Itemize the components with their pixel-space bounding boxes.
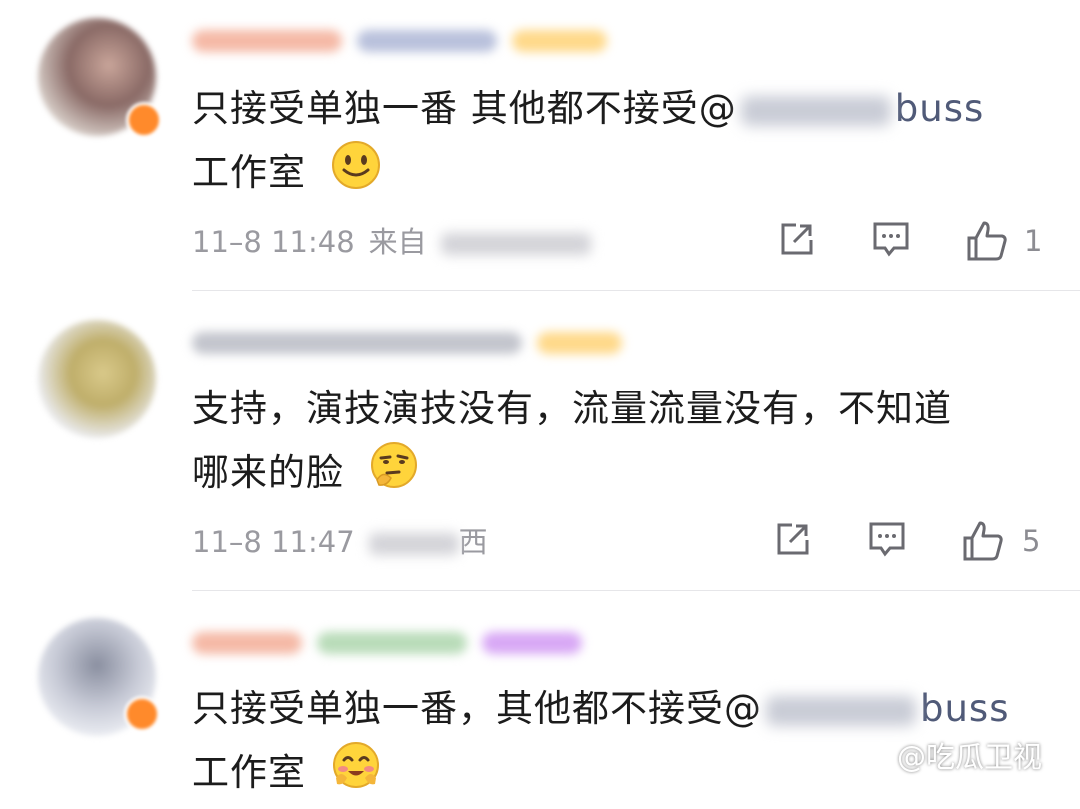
like-count: 1 xyxy=(1024,224,1043,258)
weibo-logo-icon xyxy=(857,737,891,774)
username-row[interactable] xyxy=(192,322,632,362)
like-icon[interactable] xyxy=(964,218,1010,268)
comment-actions: 1 xyxy=(770,218,1070,268)
comment-text: 只接受单独一番 其他都不接受@ buss 工作室 xyxy=(192,78,1052,209)
mention-blurred[interactable] xyxy=(740,95,891,126)
mention-suffix[interactable]: buss xyxy=(895,87,985,130)
watermark: @吃瓜卫视 xyxy=(857,734,1042,776)
comment-text: 支持，演技演技没有，流量流量没有，不知道 哪来的脸 xyxy=(192,378,1052,509)
username-row[interactable] xyxy=(192,622,612,662)
share-icon[interactable] xyxy=(772,518,814,564)
like-icon[interactable] xyxy=(960,518,1006,568)
comment-text-line: 只接受单独一番 其他都不接受@ xyxy=(192,87,737,130)
avatar[interactable] xyxy=(38,320,156,438)
mention-blurred[interactable] xyxy=(766,695,916,726)
mention-suffix[interactable]: buss xyxy=(920,687,1010,730)
username-blurred xyxy=(192,632,302,654)
comment-meta: 11–8 11:48 来自 xyxy=(192,222,591,262)
smile-emoji xyxy=(331,140,381,209)
reply-icon[interactable] xyxy=(866,518,908,564)
blush-emoji xyxy=(331,740,381,809)
divider xyxy=(192,290,1080,291)
username-blurred xyxy=(192,30,342,52)
comment-item: 只接受单独一番 其他都不接受@ buss 工作室 11–8 11:48 来自 1 xyxy=(0,0,1080,290)
location-blurred xyxy=(368,533,459,555)
comment-text-line: 工作室 xyxy=(192,151,306,194)
fan-badge-blurred xyxy=(512,30,607,52)
comment-text-line: 只接受单独一番，其他都不接受@ xyxy=(192,687,762,730)
verified-badge-icon xyxy=(126,102,162,138)
comment-text-line: 哪来的脸 xyxy=(192,451,344,494)
comment-item: 支持，演技演技没有，流量流量没有，不知道 哪来的脸 11–8 11:47 西 5 xyxy=(0,300,1080,590)
user-tag-blurred xyxy=(317,632,467,654)
timestamp: 11–8 11:47 xyxy=(192,525,355,559)
user-tag-blurred xyxy=(357,30,497,52)
location-text: 西 xyxy=(458,525,488,559)
reply-icon[interactable] xyxy=(870,218,912,264)
verified-badge-icon xyxy=(124,696,160,732)
location-blurred xyxy=(440,233,591,255)
like-count: 5 xyxy=(1022,524,1041,558)
share-icon[interactable] xyxy=(776,218,818,264)
divider xyxy=(192,590,1080,591)
comment-text-line: 支持，演技演技没有，流量流量没有，不知道 xyxy=(192,387,952,430)
comment-meta: 11–8 11:47 西 xyxy=(192,522,488,562)
thinking-face-emoji xyxy=(369,440,419,509)
location-text: 来自 xyxy=(368,225,427,259)
comment-actions: 5 xyxy=(766,518,1066,568)
watermark-text: @吃瓜卫视 xyxy=(896,740,1042,774)
fan-badge-blurred xyxy=(482,632,582,654)
fan-badge-blurred xyxy=(537,332,622,354)
username-row[interactable] xyxy=(192,20,612,60)
username-blurred xyxy=(192,332,522,354)
timestamp: 11–8 11:48 xyxy=(192,225,355,259)
